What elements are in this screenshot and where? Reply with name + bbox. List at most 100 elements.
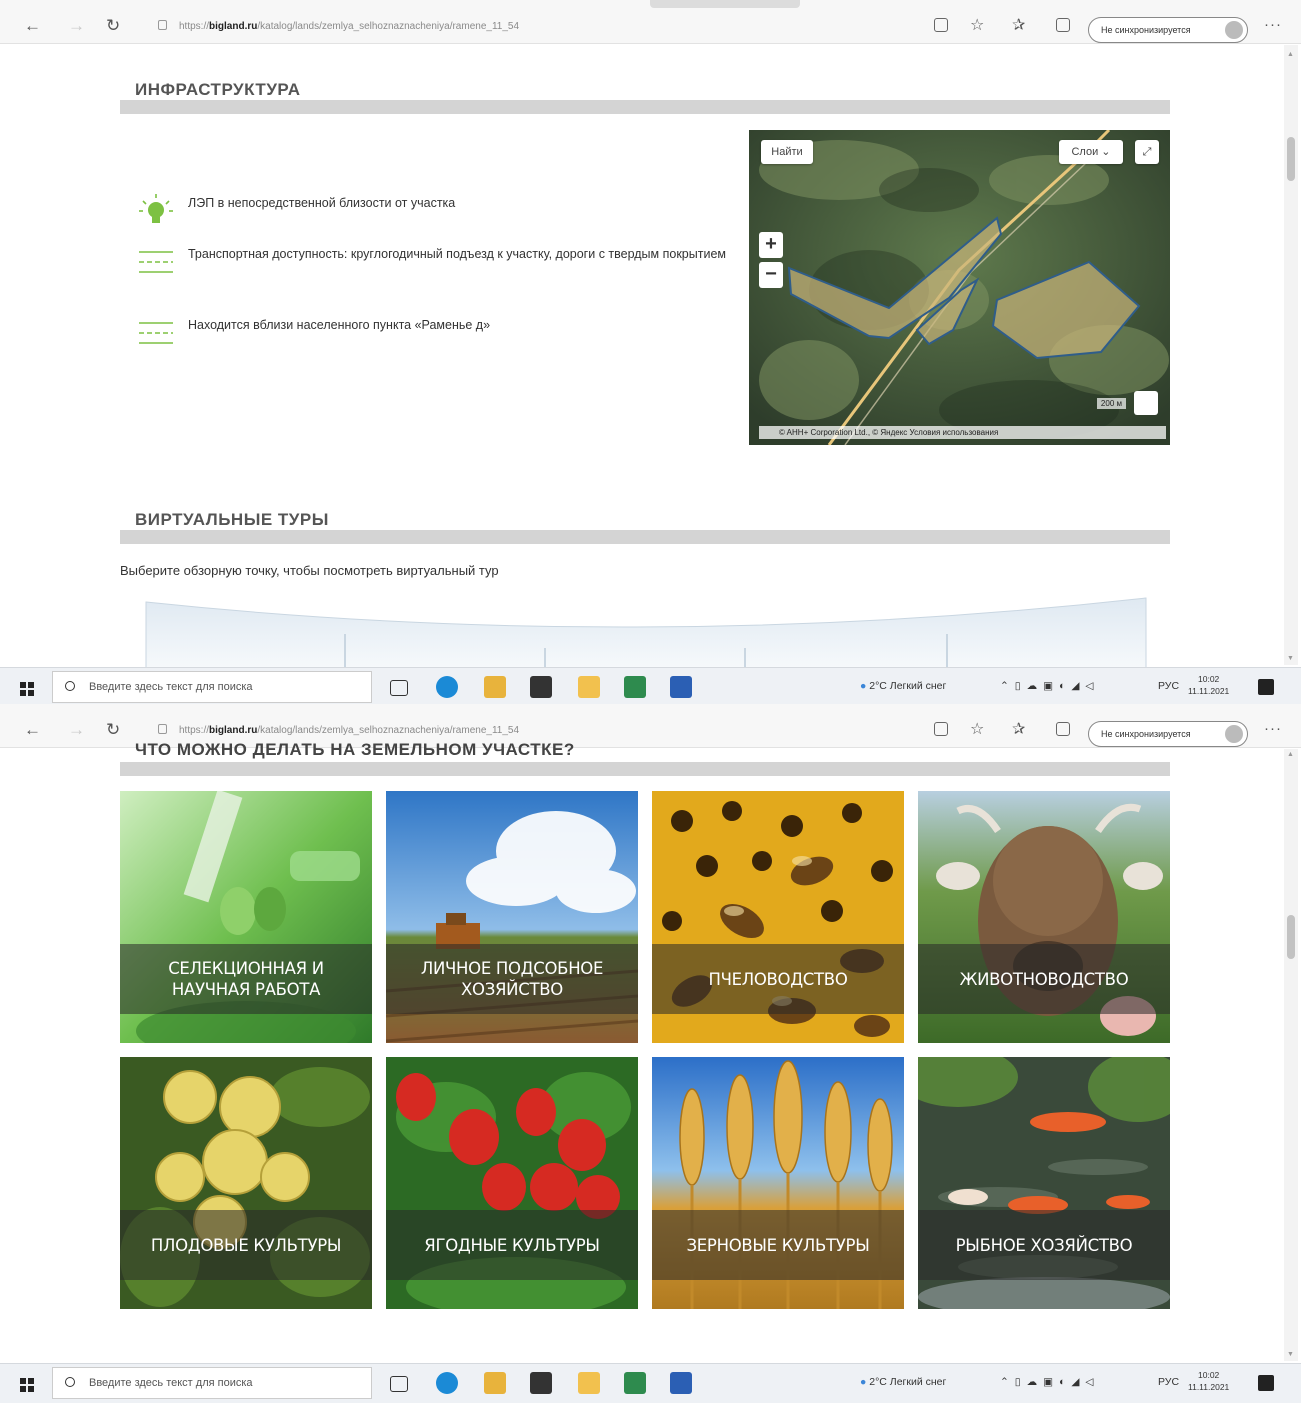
windows-start-icon[interactable] bbox=[20, 1378, 34, 1392]
notifications-icon[interactable] bbox=[1258, 1375, 1274, 1391]
file-explorer-icon[interactable] bbox=[484, 1372, 506, 1394]
favorites-icon[interactable]: ✰ bbox=[1012, 719, 1025, 739]
read-aloud-icon[interactable] bbox=[934, 722, 948, 736]
task-view-icon[interactable] bbox=[390, 1376, 408, 1392]
lightbulb-icon bbox=[139, 194, 173, 223]
activity-tile-berry-crops[interactable]: Ягодные культуры bbox=[386, 1057, 638, 1309]
tile-caption: Плодовые культуры bbox=[150, 1235, 342, 1255]
page-scrollbar[interactable]: ▲ ▼ bbox=[1284, 749, 1298, 1361]
windows-taskbar: Введите здесь текст для поиска ● 2°C Лег… bbox=[0, 667, 1301, 707]
back-button[interactable]: ← bbox=[24, 720, 41, 740]
refresh-button[interactable]: ↻ bbox=[106, 720, 120, 740]
weather-widget[interactable]: ● 2°C Легкий снег bbox=[860, 1376, 946, 1388]
forward-button[interactable]: → bbox=[68, 16, 85, 36]
folder-icon[interactable] bbox=[578, 1372, 600, 1394]
activity-tile-fruit-crops[interactable]: Плодовые культуры bbox=[120, 1057, 372, 1309]
weather-text: 2°C Легкий снег bbox=[869, 680, 947, 692]
favorite-add-icon[interactable]: ☆ bbox=[970, 719, 984, 739]
collections-icon[interactable] bbox=[1056, 722, 1070, 736]
search-placeholder: Введите здесь текст для поиска bbox=[89, 681, 253, 693]
infra-item-text: ЛЭП в непосредственной близости от участ… bbox=[188, 196, 456, 210]
taskbar-clock[interactable]: 10:02 11.11.2021 bbox=[1188, 1369, 1229, 1393]
taskbar-clock[interactable]: 10:02 11.11.2021 bbox=[1188, 673, 1229, 697]
zoom-in-button[interactable]: + bbox=[759, 232, 783, 258]
map-find-button[interactable]: Найти bbox=[761, 140, 813, 164]
system-tray-icons[interactable]: ⌃▯☁▣◐◢◁ bbox=[1000, 1376, 1100, 1388]
profile-sync-button[interactable]: Не синхронизируется bbox=[1088, 17, 1248, 43]
activity-tile-livestock[interactable]: Животноводство bbox=[918, 791, 1170, 1043]
activity-tile-research[interactable]: Селекционная и научная работа bbox=[120, 791, 372, 1043]
virtual-tours-intro: Выберите обзорную точку, чтобы посмотрет… bbox=[120, 563, 499, 578]
more-menu-icon[interactable]: ··· bbox=[1264, 16, 1282, 33]
windows-taskbar: Введите здесь текст для поиска ● 2°C Лег… bbox=[0, 1363, 1301, 1403]
read-aloud-icon[interactable] bbox=[934, 18, 948, 32]
zoom-out-button[interactable]: − bbox=[759, 262, 783, 288]
scroll-up-icon[interactable]: ▲ bbox=[1287, 51, 1294, 58]
activity-tile-beekeeping[interactable]: Пчеловодство bbox=[652, 791, 904, 1043]
file-explorer-icon[interactable] bbox=[484, 676, 506, 698]
map-scale-label: 200 м bbox=[1096, 398, 1126, 409]
tile-caption: Ягодные культуры bbox=[424, 1235, 600, 1255]
search-icon bbox=[65, 1377, 75, 1387]
favorite-add-icon[interactable]: ☆ bbox=[970, 15, 984, 35]
more-menu-icon[interactable]: ··· bbox=[1264, 720, 1282, 737]
map-layers-button[interactable]: Слои ⌄ bbox=[1059, 140, 1123, 164]
tab-strip bbox=[650, 0, 800, 8]
notifications-icon[interactable] bbox=[1258, 679, 1274, 695]
profile-sync-button[interactable]: Не синхронизируется bbox=[1088, 721, 1248, 747]
forward-button[interactable]: → bbox=[68, 720, 85, 740]
store-icon[interactable] bbox=[530, 676, 552, 698]
ruler-icon[interactable] bbox=[1134, 391, 1158, 415]
edge-icon[interactable] bbox=[436, 1372, 458, 1394]
road-icon bbox=[139, 251, 173, 273]
excel-icon[interactable] bbox=[624, 1372, 646, 1394]
avatar-icon bbox=[1225, 725, 1243, 743]
section-divider bbox=[120, 530, 1170, 544]
input-language[interactable]: РУС bbox=[1158, 1376, 1179, 1388]
scroll-thumb[interactable] bbox=[1287, 915, 1295, 959]
folder-icon[interactable] bbox=[578, 676, 600, 698]
page-scrollbar[interactable]: ▲ ▼ bbox=[1284, 45, 1298, 665]
taskbar-search-input[interactable]: Введите здесь текст для поиска bbox=[52, 671, 372, 703]
word-icon[interactable] bbox=[670, 1372, 692, 1394]
sync-label: Не синхронизируется bbox=[1101, 25, 1191, 35]
search-icon bbox=[65, 681, 75, 691]
task-view-icon[interactable] bbox=[390, 680, 408, 696]
avatar-icon bbox=[1225, 21, 1243, 39]
map-copyright[interactable]: © AHH+ Corporation Ltd., © Яндекс Услови… bbox=[759, 426, 1166, 439]
excel-icon[interactable] bbox=[624, 676, 646, 698]
lock-icon bbox=[158, 724, 167, 734]
windows-start-icon[interactable] bbox=[20, 682, 34, 696]
url-host: bigland.ru bbox=[209, 21, 258, 32]
tile-caption: Селекционная и научная работа bbox=[168, 959, 324, 999]
back-button[interactable]: ← bbox=[24, 16, 41, 36]
satellite-map[interactable]: Найти Слои ⌄ ⤢ + − 200 м © AHH+ Corporat… bbox=[749, 130, 1170, 445]
weather-widget[interactable]: ● 2°C Легкий снег bbox=[860, 680, 946, 692]
virtual-tour-panorama[interactable] bbox=[0, 596, 1280, 668]
favorites-icon[interactable]: ✰ bbox=[1012, 15, 1025, 35]
input-language[interactable]: РУС bbox=[1158, 680, 1179, 692]
scroll-down-icon[interactable]: ▼ bbox=[1287, 1351, 1294, 1358]
url-scheme: https:// bbox=[179, 725, 210, 736]
activity-tile-personal-farm[interactable]: Личное подсобное хозяйство bbox=[386, 791, 638, 1043]
virtual-tours-title: ВИРТУАЛЬНЫЕ ТУРЫ bbox=[135, 510, 329, 529]
fullscreen-icon[interactable]: ⤢ bbox=[1135, 140, 1159, 164]
activity-tile-fish-farming[interactable]: Рыбное хозяйство bbox=[918, 1057, 1170, 1309]
edge-icon[interactable] bbox=[436, 676, 458, 698]
word-icon[interactable] bbox=[670, 676, 692, 698]
refresh-button[interactable]: ↻ bbox=[106, 16, 120, 36]
address-bar[interactable]: https://bigland.ru/katalog/lands/zemlya_… bbox=[150, 15, 910, 39]
scroll-thumb[interactable] bbox=[1287, 137, 1295, 181]
scroll-up-icon[interactable]: ▲ bbox=[1287, 751, 1294, 758]
chevron-down-icon: ⌄ bbox=[1101, 146, 1111, 158]
scroll-down-icon[interactable]: ▼ bbox=[1287, 655, 1294, 662]
screenshot-bottom: ← → ↻ https://bigland.ru/katalog/lands/z… bbox=[0, 704, 1301, 1403]
infra-item-text: Транспортная доступность: круглогодичный… bbox=[188, 247, 726, 261]
system-tray-icons[interactable]: ⌃▯☁▣◐◢◁ bbox=[1000, 680, 1100, 692]
activity-tile-grain-crops[interactable]: Зерновые культуры bbox=[652, 1057, 904, 1309]
sync-label: Не синхронизируется bbox=[1101, 729, 1191, 739]
store-icon[interactable] bbox=[530, 1372, 552, 1394]
tile-caption: Зерновые культуры bbox=[686, 1235, 870, 1255]
taskbar-search-input[interactable]: Введите здесь текст для поиска bbox=[52, 1367, 372, 1399]
collections-icon[interactable] bbox=[1056, 18, 1070, 32]
